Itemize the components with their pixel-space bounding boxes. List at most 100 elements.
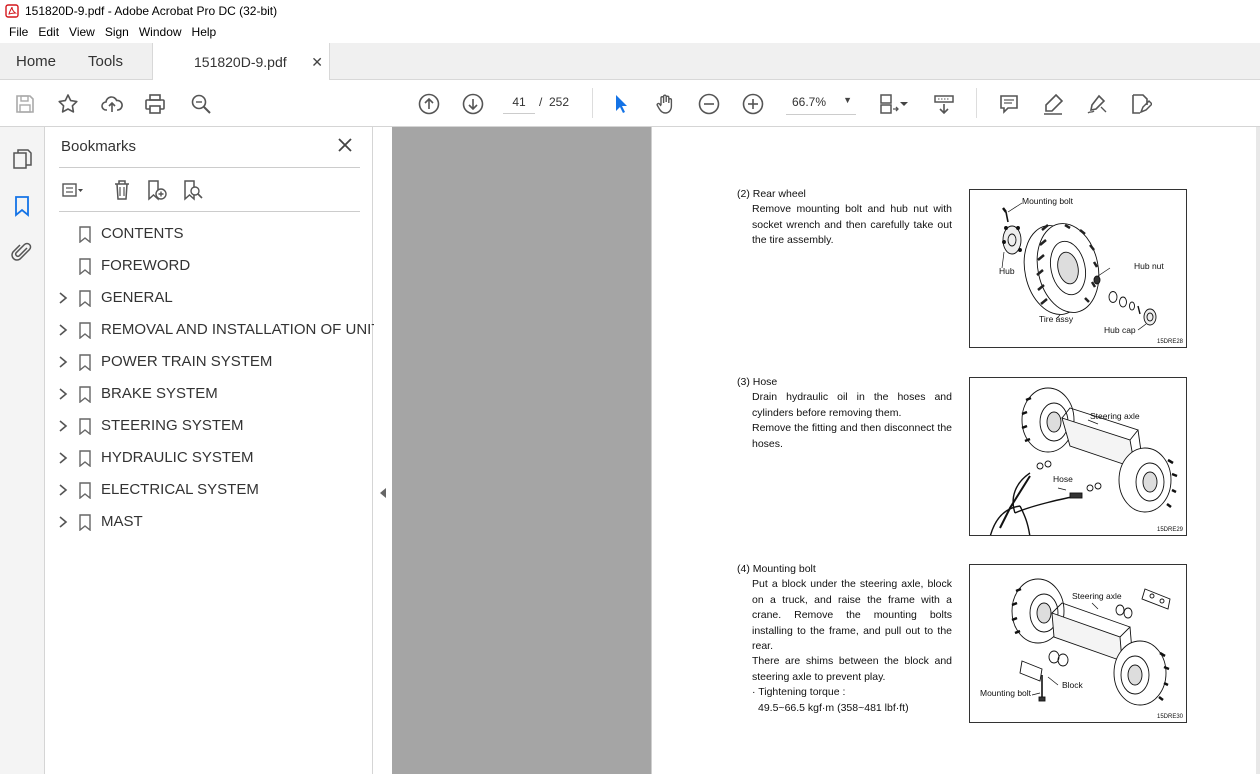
tab-home[interactable]: Home	[16, 43, 56, 80]
bookmark-icon	[79, 354, 91, 371]
figure-rear-wheel: Mounting bolt Hub Hub nut Tire assy Hub …	[969, 189, 1187, 348]
zoom-select[interactable]: 66.7% ▼	[786, 89, 856, 115]
bookmark-label: STEERING SYSTEM	[101, 417, 244, 434]
steering-axle-drawing	[1021, 387, 1178, 513]
find-bookmark-icon[interactable]	[179, 177, 205, 203]
fill-sign-icon[interactable]	[1084, 91, 1110, 117]
label-hub-nut: Hub nut	[1134, 261, 1164, 271]
page-thumbnails-icon[interactable]	[10, 147, 34, 171]
bookmark-options-icon[interactable]	[59, 177, 85, 203]
collapse-panel-icon[interactable]	[379, 487, 387, 499]
chevron-right-icon[interactable]	[58, 484, 68, 496]
bookmarks-icon[interactable]	[10, 194, 34, 218]
left-navigation-rail	[0, 127, 45, 774]
zoom-in-icon[interactable]	[740, 91, 766, 117]
tab-document[interactable]: 151820D-9.pdf ✕	[152, 43, 330, 80]
bookmark-item[interactable]: POWER TRAIN SYSTEM	[45, 346, 373, 378]
bookmarks-panel: Bookmarks CONTENTS FOREWORD GENERAL REMOVAL…	[45, 127, 381, 774]
hub-drawing	[1002, 207, 1022, 255]
page-background	[392, 127, 651, 774]
figure-code: 15DRE29	[1156, 527, 1183, 533]
bookmarks-toolbar	[59, 175, 359, 205]
bookmark-item[interactable]: HYDRAULIC SYSTEM	[45, 442, 373, 474]
panel-splitter[interactable]	[374, 127, 392, 774]
main-toolbar	[0, 80, 1260, 127]
panel-divider	[59, 211, 360, 212]
bookmark-icon	[79, 322, 91, 339]
scroll-mode-icon[interactable]	[931, 91, 957, 117]
menu-view[interactable]: View	[64, 25, 100, 39]
section-paragraph: There are shims between the block and st…	[752, 655, 952, 683]
bookmark-icon	[79, 386, 91, 403]
menu-sign[interactable]: Sign	[100, 25, 134, 39]
bookmark-label: GENERAL	[101, 289, 173, 306]
menu-window[interactable]: Window	[134, 25, 187, 39]
bookmark-item[interactable]: STEERING SYSTEM	[45, 410, 373, 442]
bookmark-icon	[79, 226, 91, 243]
menu-bar: File Edit View Sign Window Help	[0, 22, 1260, 42]
edit-pdf-icon[interactable]	[1127, 91, 1153, 117]
label-hub-cap: Hub cap	[1104, 325, 1136, 335]
find-zoom-icon[interactable]	[188, 91, 214, 117]
menu-file[interactable]: File	[4, 25, 33, 39]
pdf-page[interactable]: (2) Rear wheel Remove mounting bolt and …	[651, 127, 1260, 774]
label-steering-axle: Steering axle	[1072, 591, 1122, 601]
highlight-pen-icon[interactable]	[1040, 91, 1066, 117]
delete-bookmark-icon[interactable]	[109, 177, 135, 203]
toolbar-divider	[976, 88, 977, 118]
bookmark-item[interactable]: GENERAL	[45, 282, 373, 314]
bookmark-item[interactable]: ELECTRICAL SYSTEM	[45, 474, 373, 506]
chevron-right-icon[interactable]	[58, 388, 68, 400]
document-tab-label: 151820D-9.pdf	[194, 53, 287, 70]
chevron-right-icon[interactable]	[58, 292, 68, 304]
upload-cloud-icon[interactable]	[99, 91, 125, 117]
bookmark-item[interactable]: CONTENTS	[45, 218, 373, 250]
bookmark-icon	[79, 514, 91, 531]
figure-code: 15DRE28	[1156, 339, 1183, 345]
next-page-icon[interactable]	[460, 91, 486, 117]
page-number-input[interactable]	[503, 90, 535, 114]
star-bookmark-icon[interactable]	[55, 91, 81, 117]
bookmark-label: MAST	[101, 513, 143, 530]
bookmark-item[interactable]: REMOVAL AND INSTALLATION OF UNIT	[45, 314, 381, 346]
print-icon[interactable]	[142, 91, 168, 117]
bookmark-item[interactable]: FOREWORD	[45, 250, 373, 282]
bookmark-icon	[79, 450, 91, 467]
bookmark-item[interactable]: MAST	[45, 506, 373, 538]
hose-drawing	[989, 460, 1102, 535]
bookmark-label: FOREWORD	[101, 257, 191, 274]
acrobat-app-icon	[5, 4, 19, 18]
attachments-icon[interactable]	[10, 240, 34, 264]
section-body: Drain hydraulic oil in the hoses and cyl…	[737, 390, 952, 452]
previous-page-icon[interactable]	[416, 91, 442, 117]
figure-hose: Steering axle Hose 15DRE29	[969, 377, 1187, 536]
chevron-right-icon[interactable]	[58, 356, 68, 368]
close-tab-icon[interactable]: ✕	[311, 54, 323, 71]
section-rear-wheel: (2) Rear wheel Remove mounting bolt and …	[737, 187, 952, 249]
menu-edit[interactable]: Edit	[33, 25, 64, 39]
hand-tool-icon[interactable]	[652, 91, 678, 117]
page-display-dropdown-icon[interactable]	[898, 91, 910, 117]
chevron-right-icon[interactable]	[58, 420, 68, 432]
save-icon[interactable]	[12, 91, 38, 117]
bookmark-label: BRAKE SYSTEM	[101, 385, 218, 402]
section-paragraph: Remove mounting bolt and hub nut with so…	[752, 203, 952, 247]
vertical-scrollbar[interactable]	[1256, 127, 1260, 774]
bookmark-icon	[79, 258, 91, 275]
tab-tools[interactable]: Tools	[88, 43, 123, 80]
chevron-right-icon[interactable]	[58, 452, 68, 464]
zoom-out-icon[interactable]	[696, 91, 722, 117]
new-bookmark-icon[interactable]	[143, 177, 169, 203]
bookmark-label: ELECTRICAL SYSTEM	[101, 481, 259, 498]
toolbar-divider	[592, 88, 593, 118]
window-title: 151820D-9.pdf - Adobe Acrobat Pro DC (32…	[25, 4, 278, 18]
chevron-right-icon[interactable]	[58, 324, 68, 336]
close-panel-icon[interactable]	[337, 137, 353, 153]
menu-help[interactable]: Help	[187, 25, 222, 39]
chevron-right-icon[interactable]	[58, 516, 68, 528]
comment-icon[interactable]	[996, 91, 1022, 117]
select-cursor-icon[interactable]	[608, 91, 634, 117]
bookmark-item[interactable]: BRAKE SYSTEM	[45, 378, 373, 410]
tab-bar: Home Tools 151820D-9.pdf ✕	[0, 43, 1260, 80]
bookmark-label: HYDRAULIC SYSTEM	[101, 449, 254, 466]
